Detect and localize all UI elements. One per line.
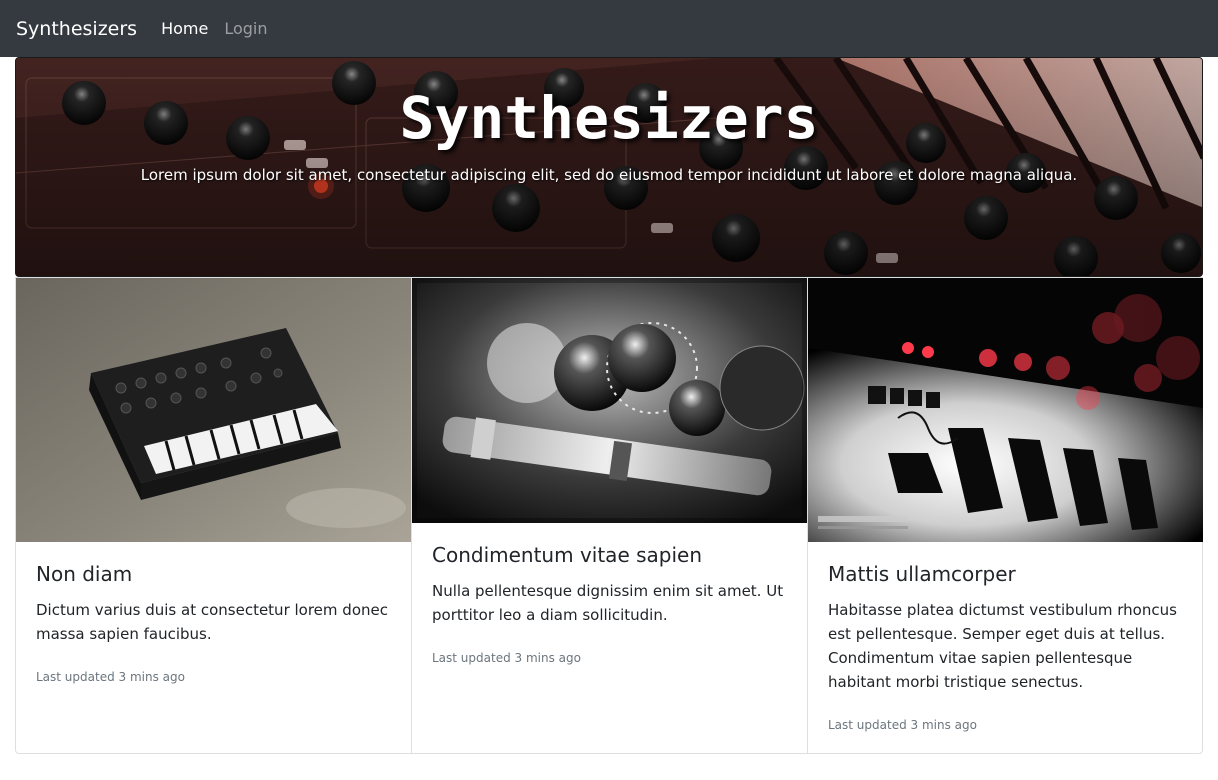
navbar: Synthesizers Home Login	[0, 0, 1218, 57]
hero-banner: Synthesizers Lorem ipsum dolor sit amet,…	[15, 57, 1203, 277]
card-text: Nulla pellentesque dignissim enim sit am…	[432, 582, 784, 624]
card-text: Habitasse platea dictumst vestibulum rho…	[828, 601, 1177, 691]
nav-link-login[interactable]: Login	[224, 19, 267, 38]
nav-link-home[interactable]: Home	[161, 19, 208, 38]
card-title: Condimentum vitae sapien	[432, 543, 703, 567]
card-image-korg-synth	[16, 278, 411, 542]
card-title: Mattis ullamcorper	[828, 562, 1016, 586]
hero-title: Synthesizers	[399, 84, 819, 152]
card-mattis-ullamcorper: Mattis ullamcorper Habitasse platea dict…	[808, 278, 1203, 753]
card-condimentum-vitae-sapien: Condimentum vitae sapien Nulla pellentes…	[412, 278, 808, 753]
card-updated-time: Last updated 3 mins ago	[828, 718, 977, 732]
card-updated-time: Last updated 3 mins ago	[432, 651, 581, 665]
card-title: Non diam	[36, 562, 133, 586]
hero-subtitle: Lorem ipsum dolor sit amet, consectetur …	[140, 166, 1078, 184]
card-updated-time: Last updated 3 mins ago	[36, 670, 185, 684]
card-text: Dictum varius duis at consectetur lorem …	[36, 601, 388, 643]
card-image-dark-synth	[808, 278, 1203, 542]
card-image-bw-knobs	[412, 278, 807, 523]
navbar-brand[interactable]: Synthesizers	[16, 18, 137, 40]
card-non-diam: Non diam Dictum varius duis at consectet…	[16, 278, 412, 753]
card-group: Non diam Dictum varius duis at consectet…	[15, 277, 1203, 754]
